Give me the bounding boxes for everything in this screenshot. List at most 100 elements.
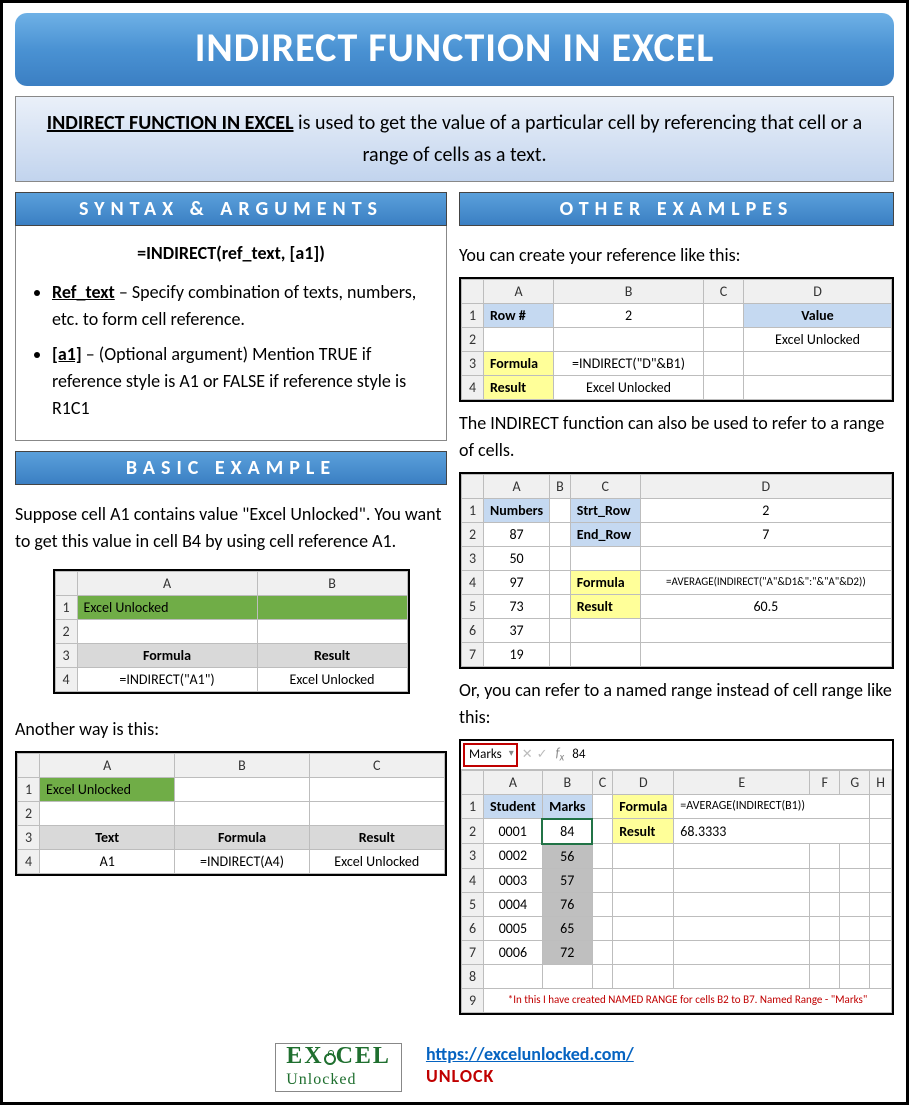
- cell: =INDIRECT(A4): [175, 850, 309, 874]
- cell: Excel Unlocked: [744, 328, 892, 352]
- cell: Strt_Row: [570, 499, 640, 523]
- col-header: D: [613, 770, 674, 794]
- col-header: B: [550, 475, 571, 499]
- formula-bar-value: 84: [572, 745, 585, 765]
- syntax-header: SYNTAX & ARGUMENTS: [15, 192, 447, 226]
- cell: Student: [484, 794, 543, 819]
- cell: 56: [542, 844, 592, 869]
- cell: 0001: [484, 819, 543, 844]
- cell: 0006: [484, 940, 543, 964]
- logo-text: EX: [286, 1043, 323, 1069]
- excel-table-basic-2: ABC 1Excel Unlocked 2 3TextFormulaResult…: [15, 751, 447, 876]
- cell: Excel Unlocked: [77, 596, 257, 620]
- col-header: C: [704, 280, 744, 304]
- cell: =INDIRECT("A1"): [77, 668, 257, 692]
- col-header: B: [257, 572, 407, 596]
- named-range-note: *In this I have created NAMED RANGE for …: [484, 988, 892, 1012]
- cell: Excel Unlocked: [554, 376, 704, 400]
- cell: Formula: [175, 826, 309, 850]
- cell: Formula: [484, 352, 554, 376]
- cell: Marks: [542, 794, 592, 819]
- excel-table-basic-1: AB 1Excel Unlocked 2 3FormulaResult 4=IN…: [53, 569, 410, 694]
- col-header: A: [484, 770, 543, 794]
- cell: 0004: [484, 892, 543, 916]
- cell: 0002: [484, 844, 543, 869]
- col-header: B: [175, 754, 309, 778]
- cell: Excel Unlocked: [257, 668, 407, 692]
- cell: 2: [554, 304, 704, 328]
- cell: 0003: [484, 868, 543, 892]
- intro-text: is used to get the value of a particular…: [294, 111, 863, 167]
- table: A B C D E F G H 1StudentMarksFormula=AVE…: [461, 770, 892, 1013]
- cell: 72: [542, 940, 592, 964]
- cell: Text: [40, 826, 175, 850]
- arg-desc: – (Optional argument) Mention TRUE if re…: [52, 343, 406, 419]
- cell: =AVERAGE(INDIRECT("A"&D1&":"&"A"&D2)): [640, 571, 891, 595]
- col-header: B: [542, 770, 592, 794]
- cell: 7: [640, 523, 891, 547]
- col-header: H: [870, 770, 892, 794]
- table: ABC 1Excel Unlocked 2 3TextFormulaResult…: [17, 753, 445, 874]
- arg-name: Ref_text: [52, 281, 115, 303]
- col-header: D: [640, 475, 891, 499]
- fx-icon: fx: [552, 744, 569, 766]
- col-header: E: [674, 770, 810, 794]
- cell: 50: [484, 547, 550, 571]
- cell: 57: [542, 868, 592, 892]
- table: AB 1Excel Unlocked 2 3FormulaResult 4=IN…: [55, 571, 408, 692]
- argument-item: Ref_text – Specify combination of texts,…: [52, 279, 434, 333]
- arg-name: [a1]: [52, 343, 82, 365]
- cell: Excel Unlocked: [40, 778, 175, 802]
- unlock-label: UNLOCK: [426, 1065, 494, 1087]
- cell: 19: [484, 643, 550, 667]
- col-header: C: [570, 475, 640, 499]
- other-p3: Or, you can refer to a named range inste…: [459, 677, 894, 731]
- excel-table-other-3: Marks ✕✓ fx 84 A B C D E F G: [459, 739, 894, 1015]
- basic-p1: Suppose cell A1 contains value "Excel Un…: [15, 501, 447, 555]
- cell: Result: [570, 595, 640, 619]
- cell: Formula: [613, 794, 674, 819]
- col-header: A: [484, 475, 550, 499]
- cell: 73: [484, 595, 550, 619]
- other-p2: The INDIRECT function can also be used t…: [459, 410, 894, 464]
- cell: End_Row: [570, 523, 640, 547]
- intro-lead: INDIRECT FUNCTION IN EXCEL: [47, 111, 294, 135]
- table: ABCD 1Row #2Value 2Excel Unlocked 3Formu…: [461, 279, 892, 400]
- cell: =AVERAGE(INDIRECT(B1)): [674, 794, 870, 819]
- col-header: D: [744, 280, 892, 304]
- website-link[interactable]: https://excelunlocked.com/: [426, 1043, 634, 1065]
- formula-bar: Marks ✕✓ fx 84: [461, 741, 892, 770]
- cell: 60.5: [640, 595, 891, 619]
- lock-icon: [324, 1053, 336, 1065]
- other-header: OTHER EXAMLPES: [459, 192, 894, 226]
- page-title: INDIRECT FUNCTION IN EXCEL: [15, 13, 894, 86]
- basic-box: Suppose cell A1 contains value "Excel Un…: [15, 485, 447, 892]
- cell: Formula: [570, 571, 640, 595]
- cell: Result: [484, 376, 554, 400]
- cell: =INDIRECT("D"&B1): [554, 352, 704, 376]
- cell: 37: [484, 619, 550, 643]
- name-box[interactable]: Marks: [463, 743, 518, 767]
- cell: Result: [257, 644, 407, 668]
- col-header: A: [40, 754, 175, 778]
- other-box: You can create your reference like this:…: [459, 226, 894, 1031]
- page: INDIRECT FUNCTION IN EXCEL INDIRECT FUNC…: [0, 0, 909, 1105]
- cell: 76: [542, 892, 592, 916]
- col-header: G: [840, 770, 870, 794]
- table: ABCD 1NumbersStrt_Row2 287End_Row7 350 4…: [461, 474, 892, 667]
- basic-p2: Another way is this:: [15, 716, 447, 743]
- argument-list: Ref_text – Specify combination of texts,…: [34, 279, 434, 422]
- footer-text: https://excelunlocked.com/ UNLOCK: [426, 1043, 634, 1087]
- cell: 2: [640, 499, 891, 523]
- left-column: SYNTAX & ARGUMENTS =INDIRECT(ref_text, […: [15, 192, 447, 1031]
- cell: [257, 596, 407, 620]
- excel-table-other-2: ABCD 1NumbersStrt_Row2 287End_Row7 350 4…: [459, 472, 894, 669]
- brand-logo: EXCEL Unlocked: [275, 1043, 402, 1092]
- col-header: B: [554, 280, 704, 304]
- cell: 65: [542, 916, 592, 940]
- cell: 87: [484, 523, 550, 547]
- footer: EXCEL Unlocked https://excelunlocked.com…: [15, 1039, 894, 1096]
- argument-item: [a1] – (Optional argument) Mention TRUE …: [52, 341, 434, 422]
- other-p1: You can create your reference like this:: [459, 242, 894, 269]
- cell: Excel Unlocked: [309, 850, 444, 874]
